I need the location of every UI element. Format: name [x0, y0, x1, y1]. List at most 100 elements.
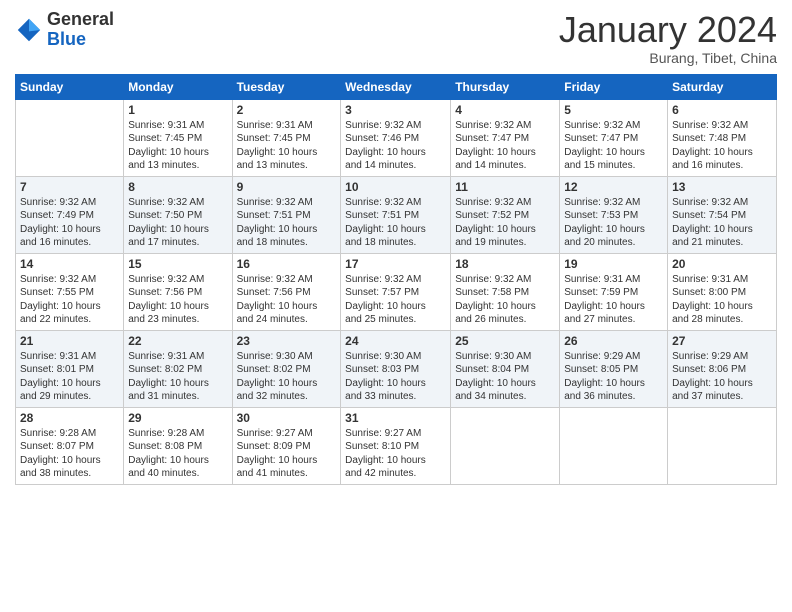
weekday-header-thursday: Thursday [451, 74, 560, 99]
weekday-header-tuesday: Tuesday [232, 74, 341, 99]
day-detail: Sunrise: 9:30 AM Sunset: 8:02 PM Dayligh… [237, 350, 337, 404]
day-number: 11 [455, 180, 555, 194]
calendar-cell: 18 Sunrise: 9:32 AM Sunset: 7:58 PM Dayli… [451, 253, 560, 330]
day-detail: Sunrise: 9:32 AM Sunset: 7:53 PM Dayligh… [564, 196, 663, 250]
weekday-header-saturday: Saturday [668, 74, 777, 99]
calendar-cell [451, 407, 560, 484]
day-detail: Sunrise: 9:32 AM Sunset: 7:58 PM Dayligh… [455, 273, 555, 327]
day-detail: Sunrise: 9:32 AM Sunset: 7:51 PM Dayligh… [237, 196, 337, 250]
calendar-cell: 22 Sunrise: 9:31 AM Sunset: 8:02 PM Dayli… [124, 330, 232, 407]
day-number: 26 [564, 334, 663, 348]
calendar-cell: 7Sunrise: 9:32 AM Sunset: 7:49 PM Daylig… [16, 176, 124, 253]
calendar-week-row: 7Sunrise: 9:32 AM Sunset: 7:49 PM Daylig… [16, 176, 777, 253]
day-number: 25 [455, 334, 555, 348]
day-detail: Sunrise: 9:31 AM Sunset: 7:59 PM Dayligh… [564, 273, 663, 327]
day-detail: Sunrise: 9:32 AM Sunset: 7:56 PM Dayligh… [128, 273, 227, 327]
day-number: 6 [672, 103, 772, 117]
day-detail: Sunrise: 9:31 AM Sunset: 8:00 PM Dayligh… [672, 273, 772, 327]
day-detail: Sunrise: 9:32 AM Sunset: 7:52 PM Dayligh… [455, 196, 555, 250]
day-detail: Sunrise: 9:31 AM Sunset: 7:45 PM Dayligh… [237, 119, 337, 173]
day-detail: Sunrise: 9:27 AM Sunset: 8:09 PM Dayligh… [237, 427, 337, 481]
day-number: 29 [128, 411, 227, 425]
calendar-cell: 9Sunrise: 9:32 AM Sunset: 7:51 PM Daylig… [232, 176, 341, 253]
day-detail: Sunrise: 9:31 AM Sunset: 8:02 PM Dayligh… [128, 350, 227, 404]
calendar-cell: 11 Sunrise: 9:32 AM Sunset: 7:52 PM Dayli… [451, 176, 560, 253]
calendar-week-row: 28 Sunrise: 9:28 AM Sunset: 8:07 PM Dayli… [16, 407, 777, 484]
title-block: January 2024 Burang, Tibet, China [559, 10, 777, 66]
day-detail: Sunrise: 9:29 AM Sunset: 8:05 PM Dayligh… [564, 350, 663, 404]
calendar-week-row: 21 Sunrise: 9:31 AM Sunset: 8:01 PM Dayli… [16, 330, 777, 407]
calendar-week-row: 14Sunrise: 9:32 AM Sunset: 7:55 PM Dayli… [16, 253, 777, 330]
day-number: 2 [237, 103, 337, 117]
calendar-cell: 4 Sunrise: 9:32 AM Sunset: 7:47 PM Daylig… [451, 99, 560, 176]
day-detail: Sunrise: 9:32 AM Sunset: 7:47 PM Dayligh… [455, 119, 555, 173]
day-number: 20 [672, 257, 772, 271]
calendar-cell: 5 Sunrise: 9:32 AM Sunset: 7:47 PM Daylig… [560, 99, 668, 176]
logo: General Blue [15, 10, 114, 50]
day-number: 10 [345, 180, 446, 194]
day-detail: Sunrise: 9:29 AM Sunset: 8:06 PM Dayligh… [672, 350, 772, 404]
day-number: 24 [345, 334, 446, 348]
calendar-cell: 16Sunrise: 9:32 AM Sunset: 7:56 PM Dayli… [232, 253, 341, 330]
day-detail: Sunrise: 9:32 AM Sunset: 7:46 PM Dayligh… [345, 119, 446, 173]
weekday-header-wednesday: Wednesday [341, 74, 451, 99]
weekday-header-monday: Monday [124, 74, 232, 99]
day-number: 27 [672, 334, 772, 348]
calendar-cell [668, 407, 777, 484]
page-header: General Blue January 2024 Burang, Tibet,… [15, 10, 777, 66]
location-subtitle: Burang, Tibet, China [559, 50, 777, 66]
calendar-cell: 1 Sunrise: 9:31 AM Sunset: 7:45 PM Daylig… [124, 99, 232, 176]
day-detail: Sunrise: 9:32 AM Sunset: 7:48 PM Dayligh… [672, 119, 772, 173]
month-title: January 2024 [559, 10, 777, 50]
calendar-cell: 2 Sunrise: 9:31 AM Sunset: 7:45 PM Daylig… [232, 99, 341, 176]
day-detail: Sunrise: 9:31 AM Sunset: 7:45 PM Dayligh… [128, 119, 227, 173]
calendar-cell: 13Sunrise: 9:32 AM Sunset: 7:54 PM Dayli… [668, 176, 777, 253]
day-detail: Sunrise: 9:32 AM Sunset: 7:57 PM Dayligh… [345, 273, 446, 327]
calendar-cell: 29 Sunrise: 9:28 AM Sunset: 8:08 PM Dayli… [124, 407, 232, 484]
calendar-cell: 20 Sunrise: 9:31 AM Sunset: 8:00 PM Dayli… [668, 253, 777, 330]
day-detail: Sunrise: 9:32 AM Sunset: 7:50 PM Dayligh… [128, 196, 227, 250]
calendar-cell: 24 Sunrise: 9:30 AM Sunset: 8:03 PM Dayli… [341, 330, 451, 407]
calendar-cell: 10Sunrise: 9:32 AM Sunset: 7:51 PM Dayli… [341, 176, 451, 253]
calendar-cell [16, 99, 124, 176]
day-detail: Sunrise: 9:30 AM Sunset: 8:03 PM Dayligh… [345, 350, 446, 404]
day-number: 30 [237, 411, 337, 425]
day-number: 16 [237, 257, 337, 271]
day-number: 12 [564, 180, 663, 194]
day-detail: Sunrise: 9:31 AM Sunset: 8:01 PM Dayligh… [20, 350, 119, 404]
day-number: 14 [20, 257, 119, 271]
day-number: 22 [128, 334, 227, 348]
calendar-cell: 30 Sunrise: 9:27 AM Sunset: 8:09 PM Dayli… [232, 407, 341, 484]
day-detail: Sunrise: 9:32 AM Sunset: 7:47 PM Dayligh… [564, 119, 663, 173]
logo-icon [15, 16, 43, 44]
day-number: 28 [20, 411, 119, 425]
day-number: 17 [345, 257, 446, 271]
day-number: 7 [20, 180, 119, 194]
day-number: 4 [455, 103, 555, 117]
day-number: 8 [128, 180, 227, 194]
logo-text: General Blue [47, 10, 114, 50]
calendar-cell: 12 Sunrise: 9:32 AM Sunset: 7:53 PM Dayli… [560, 176, 668, 253]
day-number: 15 [128, 257, 227, 271]
calendar-cell: 21 Sunrise: 9:31 AM Sunset: 8:01 PM Dayli… [16, 330, 124, 407]
calendar-cell: 26 Sunrise: 9:29 AM Sunset: 8:05 PM Dayli… [560, 330, 668, 407]
calendar-cell: 17 Sunrise: 9:32 AM Sunset: 7:57 PM Dayli… [341, 253, 451, 330]
day-number: 13 [672, 180, 772, 194]
calendar-cell: 3 Sunrise: 9:32 AM Sunset: 7:46 PM Daylig… [341, 99, 451, 176]
day-detail: Sunrise: 9:28 AM Sunset: 8:07 PM Dayligh… [20, 427, 119, 481]
calendar-cell: 31Sunrise: 9:27 AM Sunset: 8:10 PM Dayli… [341, 407, 451, 484]
day-detail: Sunrise: 9:27 AM Sunset: 8:10 PM Dayligh… [345, 427, 446, 481]
calendar-cell: 23Sunrise: 9:30 AM Sunset: 8:02 PM Dayli… [232, 330, 341, 407]
day-number: 18 [455, 257, 555, 271]
day-detail: Sunrise: 9:28 AM Sunset: 8:08 PM Dayligh… [128, 427, 227, 481]
calendar-cell: 25 Sunrise: 9:30 AM Sunset: 8:04 PM Dayli… [451, 330, 560, 407]
day-number: 21 [20, 334, 119, 348]
weekday-header-row: SundayMondayTuesdayWednesdayThursdayFrid… [16, 74, 777, 99]
weekday-header-friday: Friday [560, 74, 668, 99]
calendar-table: SundayMondayTuesdayWednesdayThursdayFrid… [15, 74, 777, 485]
day-number: 3 [345, 103, 446, 117]
day-detail: Sunrise: 9:30 AM Sunset: 8:04 PM Dayligh… [455, 350, 555, 404]
day-number: 5 [564, 103, 663, 117]
weekday-header-sunday: Sunday [16, 74, 124, 99]
day-number: 1 [128, 103, 227, 117]
